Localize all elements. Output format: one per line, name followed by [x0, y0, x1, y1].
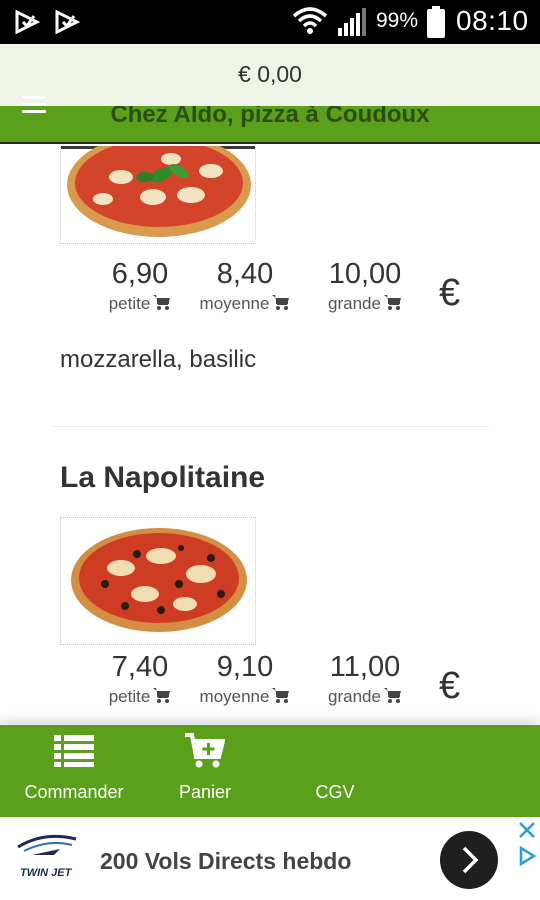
cart-total-bar[interactable]: € 0,00	[0, 44, 540, 106]
signal-icon	[338, 8, 366, 36]
price-value: 9,10	[216, 651, 274, 683]
nav-cgv[interactable]: CGV	[290, 725, 380, 817]
price-value: 8,40	[216, 258, 274, 290]
size-label: moyenne	[199, 687, 270, 706]
price-options: 7,40 petite 9,10 moyenne 11,00 grande €	[90, 651, 510, 711]
bottom-nav: Commander Panier CGV	[0, 725, 540, 817]
price-option: 7,40 petite	[90, 651, 190, 707]
ad-open-button[interactable]	[440, 831, 498, 889]
chevron-right-icon	[462, 846, 479, 874]
add-to-cart-button[interactable]: petite	[109, 687, 172, 707]
add-to-cart-button[interactable]: grande	[328, 294, 402, 314]
price-option: 10,00 grande	[315, 258, 415, 314]
cart-icon	[383, 688, 401, 703]
pizza-name: La Napolitaine	[60, 461, 266, 494]
nav-label: Commander	[24, 782, 124, 802]
wifi-icon	[292, 7, 328, 34]
add-to-cart-button[interactable]: grande	[328, 687, 402, 707]
notification-icon	[15, 9, 40, 35]
cart-icon	[153, 295, 171, 310]
clock: 08:10	[456, 5, 529, 36]
add-to-cart-button[interactable]: petite	[109, 294, 172, 314]
pizza-napolitaine-photo	[61, 518, 255, 644]
price-option: 11,00 grande	[315, 651, 415, 707]
pizza-ingredients: mozzarella, basilic	[60, 346, 257, 373]
price-value: 6,90	[111, 258, 169, 290]
price-option: 9,10 moyenne	[190, 651, 300, 707]
close-icon[interactable]	[516, 819, 538, 841]
battery-icon	[427, 6, 445, 38]
pizza-photo	[60, 146, 256, 244]
size-label: grande	[328, 687, 381, 706]
price-options: 6,90 petite 8,40 moyenne 10,00 grande €	[90, 258, 510, 318]
price-option: 6,90 petite	[90, 258, 190, 314]
cart-total: € 0,00	[238, 61, 302, 87]
size-label: petite	[108, 687, 151, 706]
pizza-margherita-photo	[61, 146, 255, 243]
ad-brand-text: TWIN JET	[20, 867, 72, 879]
currency-symbol: €	[439, 665, 461, 707]
size-label: grande	[328, 294, 381, 313]
nav-label: Panier	[178, 782, 232, 802]
ad-banner[interactable]: TWIN JET 200 Vols Directs hebdo	[0, 817, 540, 900]
cart-icon	[383, 295, 401, 310]
size-label: petite	[108, 294, 151, 313]
list-icon	[54, 735, 94, 767]
add-to-cart-button[interactable]: moyenne	[200, 294, 291, 314]
menu-list[interactable]: 6,90 petite 8,40 moyenne 10,00 grande € …	[0, 146, 540, 726]
cart-icon	[153, 688, 171, 703]
divider	[52, 426, 490, 427]
battery-percent: 99%	[376, 9, 419, 32]
cart-add-icon	[185, 733, 225, 768]
size-label: moyenne	[199, 294, 270, 313]
price-value: 11,00	[329, 651, 401, 683]
nav-commander[interactable]: Commander	[4, 725, 144, 817]
cart-icon	[272, 688, 290, 703]
price-value: 7,40	[111, 651, 169, 683]
notification-icon	[55, 9, 80, 35]
pizza-photo	[60, 517, 256, 645]
ad-choices-icon[interactable]	[516, 845, 538, 867]
menu-icon[interactable]	[22, 96, 46, 114]
currency-symbol: €	[439, 272, 461, 314]
cart-icon	[272, 295, 290, 310]
nav-label: CGV	[315, 782, 355, 802]
price-value: 10,00	[328, 258, 402, 290]
add-to-cart-button[interactable]: moyenne	[200, 687, 291, 707]
ad-text: 200 Vols Directs hebdo	[100, 848, 352, 874]
price-option: 8,40 moyenne	[190, 258, 300, 314]
nav-panier[interactable]: Panier	[150, 725, 260, 817]
status-bar: 99% 08:10	[0, 0, 540, 44]
